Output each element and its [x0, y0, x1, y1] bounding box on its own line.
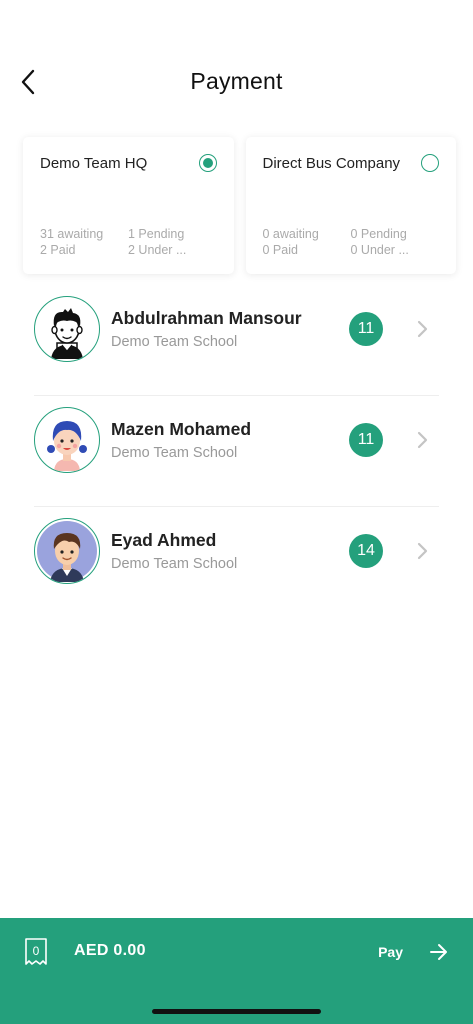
awaiting-count: 0 awaiting [262, 227, 319, 241]
student-row[interactable]: Eyad Ahmed Demo Team School 14 [0, 507, 473, 618]
pending-count: 0 Pending [350, 227, 407, 241]
girl-avatar-icon [37, 410, 97, 471]
student-name: Mazen Mohamed [111, 419, 252, 439]
avatar [34, 407, 100, 473]
company-card-demo-team-hq[interactable]: Demo Team HQ 31 awaiting 1 Pending 2 Pai… [23, 137, 234, 274]
student-name: Eyad Ahmed [111, 530, 217, 550]
school-name: Demo Team School [111, 334, 238, 350]
page-title: Payment [190, 68, 283, 94]
receipt-icon[interactable]: 0 [24, 937, 48, 967]
chevron-right-icon [417, 431, 428, 449]
boy-avatar-icon [51, 308, 83, 359]
count-badge: 11 [349, 312, 383, 346]
company-name: Direct Bus Company [262, 155, 401, 172]
paid-count: 2 Paid [40, 243, 76, 257]
student-row[interactable]: Abdulrahman Mansour Demo Team School 11 [0, 285, 473, 396]
radio-selected-icon[interactable] [198, 154, 217, 172]
student-row[interactable]: Mazen Mohamed Demo Team School 11 [0, 396, 473, 507]
company-card-direct-bus-company[interactable]: Direct Bus Company 0 awaiting 0 Pending … [245, 137, 456, 274]
company-stats: 31 awaiting 1 Pending 2 Paid 2 Under ... [40, 227, 224, 258]
pay-label: Pay [378, 944, 403, 960]
awaiting-count: 31 awaiting [40, 227, 104, 241]
radio-unselected-icon[interactable] [421, 154, 439, 172]
company-name: Demo Team HQ [40, 155, 148, 172]
total-amount: AED 0.00 [74, 942, 146, 959]
count-badge: 11 [349, 423, 383, 457]
header: Payment [0, 0, 473, 130]
student-list: Abdulrahman Mansour Demo Team School 11 [0, 285, 473, 618]
school-name: Demo Team School [111, 556, 238, 572]
company-stats: 0 awaiting 0 Pending 0 Paid 0 Under ... [263, 227, 447, 258]
under-count: 2 Under ... [128, 243, 187, 257]
avatar [34, 518, 100, 584]
count-badge: 14 [349, 534, 383, 568]
school-name: Demo Team School [111, 445, 238, 461]
student-name: Abdulrahman Mansour [111, 308, 302, 328]
paid-count: 0 Paid [262, 243, 298, 257]
chevron-right-icon [417, 542, 428, 560]
pending-count: 1 Pending [128, 227, 185, 241]
avatar [34, 296, 100, 362]
chevron-right-icon [417, 320, 428, 338]
pay-button[interactable]: Pay [378, 938, 449, 966]
home-indicator [152, 1009, 321, 1014]
receipt-count: 0 [33, 944, 40, 958]
boy-avatar-icon [37, 521, 97, 582]
company-selector: Demo Team HQ 31 awaiting 1 Pending 2 Pai… [23, 137, 456, 275]
arrow-right-icon [430, 944, 447, 960]
under-count: 0 Under ... [350, 243, 409, 257]
